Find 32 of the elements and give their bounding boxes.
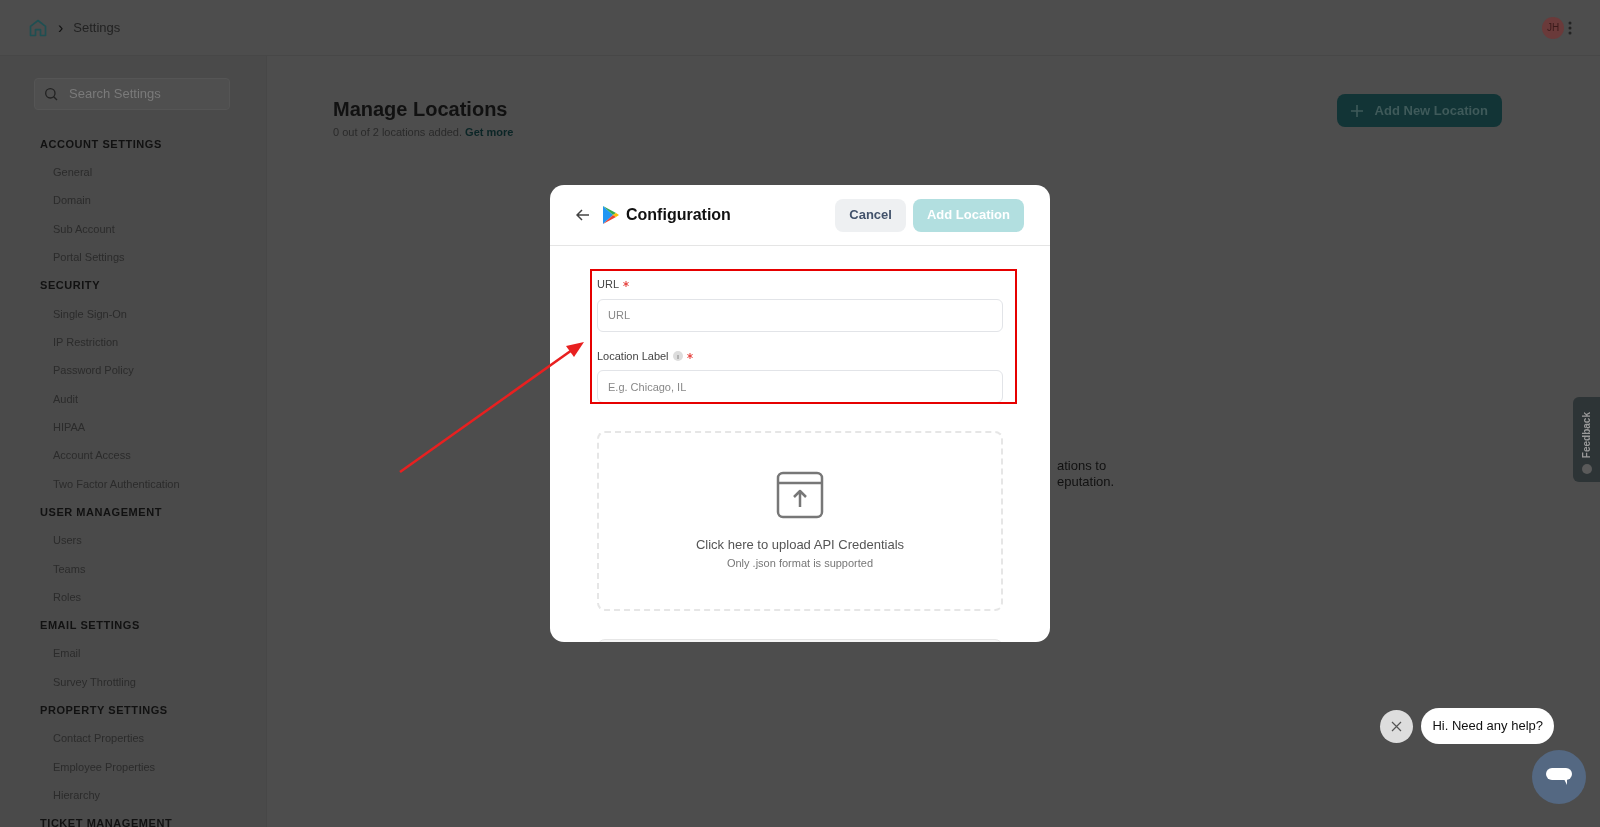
- upload-box-icon: [776, 471, 824, 519]
- empty-state-text: ations to: [1057, 458, 1108, 474]
- close-chat-button[interactable]: [1380, 709, 1414, 743]
- section-heading: TICKET MANAGEMENT: [39, 816, 174, 827]
- section-heading: USER MANAGEMENT: [39, 505, 163, 521]
- section-heading: SECURITY: [39, 278, 102, 294]
- section-heading: PROPERTY SETTINGS: [39, 703, 169, 718]
- back-arrow-icon[interactable]: [576, 209, 590, 221]
- dialog-title: Configuration: [626, 205, 731, 225]
- empty-state-text: eputation.: [1057, 474, 1115, 490]
- info-icon: [672, 350, 683, 361]
- input-field[interactable]: URL: [597, 298, 1003, 332]
- field-label: Location Label: [597, 348, 669, 364]
- upload-hint: Only .json format is supported: [726, 555, 874, 571]
- feedback-tab[interactable]: Feedback: [1573, 397, 1600, 482]
- chat-bubble-icon: [1545, 767, 1573, 787]
- page-title: Manage Locations: [333, 97, 509, 122]
- section-heading: EMAIL SETTINGS: [39, 618, 141, 634]
- section-heading: ACCOUNT SETTINGS: [39, 136, 163, 152]
- search-icon: [43, 86, 59, 102]
- plus-icon: [1350, 104, 1363, 117]
- chat-message: Hi. Need any help?: [1421, 708, 1554, 744]
- upload-area[interactable]: Click here to upload API Credentials Only .json format is supported: [597, 431, 1003, 611]
- upload-title: Click here to upload API Credentials: [695, 536, 905, 554]
- close-icon: [1391, 720, 1403, 732]
- chevron-icon: ›: [58, 15, 64, 40]
- chat-launcher-button[interactable]: [1532, 750, 1586, 804]
- field-label: URL: [597, 277, 619, 292]
- get-more-link[interactable]: Get more: [465, 126, 514, 138]
- cancel-button[interactable]: Cancel: [835, 198, 906, 232]
- play-logo-icon: [602, 205, 620, 225]
- input-field[interactable]: E.g. Chicago, IL: [597, 370, 1003, 403]
